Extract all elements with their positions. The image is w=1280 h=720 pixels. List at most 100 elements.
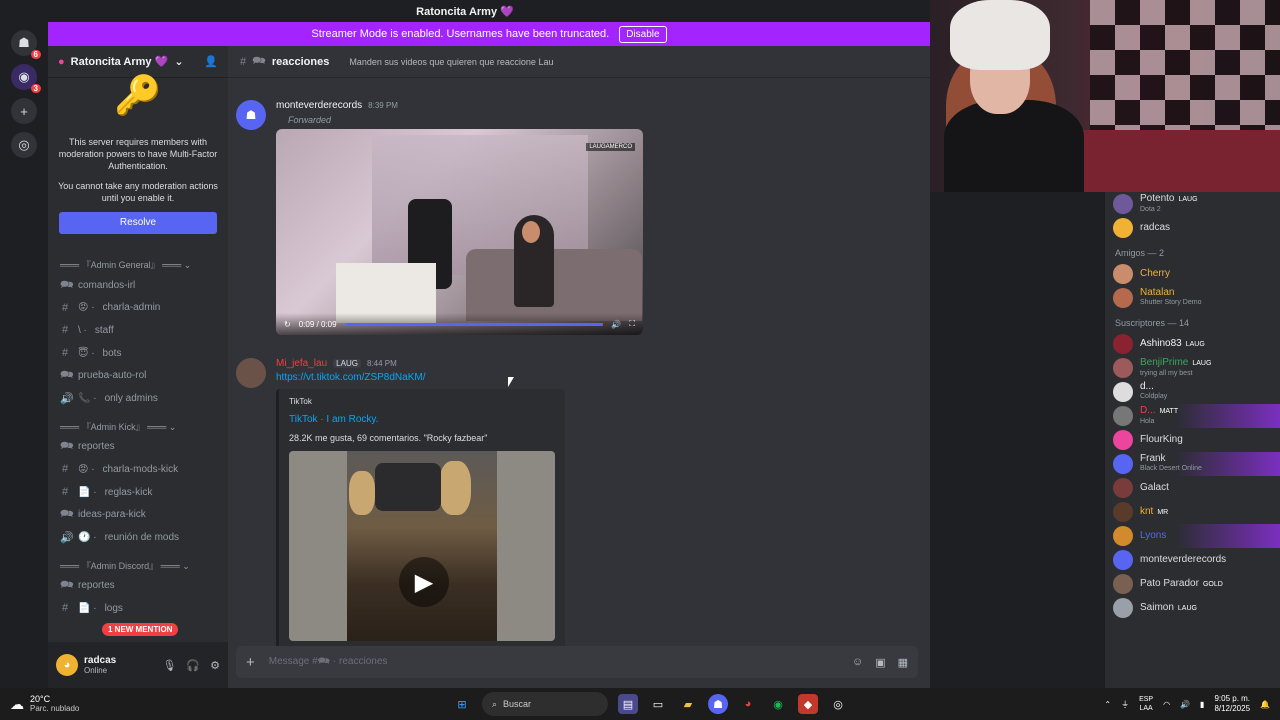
- channel-item[interactable]: 🗪 ideas-para-kick: [48, 503, 228, 526]
- channel-item[interactable]: 🗪 comandos-irl: [48, 274, 228, 297]
- notification-icon[interactable]: 🔔: [1260, 700, 1270, 709]
- discord-home-icon[interactable]: ☗ 6: [11, 30, 41, 59]
- message-author[interactable]: Mi_jefa_lau: [276, 358, 327, 369]
- chrome-icon[interactable]: ◕: [738, 694, 758, 714]
- channel-category[interactable]: ═══ 『Admin Discord』 ═══ ⌄: [48, 549, 228, 575]
- channel-topic[interactable]: Manden sus videos que quieren que reacci…: [349, 57, 553, 67]
- channel-item[interactable]: # 😡 · charla-mods-kick: [48, 458, 228, 481]
- add-server-icon[interactable]: +: [11, 98, 37, 124]
- member-name: Ashino83: [1140, 337, 1182, 349]
- play-icon[interactable]: ▶: [399, 557, 449, 607]
- member-item[interactable]: Lyons: [1105, 524, 1280, 548]
- apps-icon[interactable]: ▦: [898, 656, 908, 669]
- avatar: [1113, 334, 1133, 354]
- app-icon[interactable]: ◆: [798, 694, 818, 714]
- channel-item[interactable]: # 📄 · reglas-kick: [48, 481, 228, 504]
- add-member-icon[interactable]: 👤: [204, 55, 218, 68]
- gear-icon[interactable]: ⚙: [210, 659, 220, 672]
- channel-name: reportes: [78, 441, 115, 453]
- widget-icon[interactable]: ▤: [618, 694, 638, 714]
- obs-icon[interactable]: ◎: [828, 694, 848, 714]
- system-tray: ⌃ ⏚ ESP LAA ◠ 🔊 ▮ 9:05 p. m. 8/12/2025 🔔: [1104, 688, 1270, 720]
- avatar: [1113, 406, 1133, 426]
- tiktok-link[interactable]: https://vt.tiktok.com/ZSP8dNaKM/: [276, 372, 916, 383]
- taskbar-apps: ⊞ ⌕ Buscar ▤ ▭ ▰ ☗ ◕ ◉ ◆ ◎: [452, 688, 848, 720]
- video-scrubber[interactable]: [344, 322, 604, 326]
- headphones-icon[interactable]: 🎧: [186, 659, 200, 672]
- channel-name: reunión de mods: [104, 531, 180, 543]
- gif-icon[interactable]: ▣: [875, 656, 885, 669]
- member-item[interactable]: Potento LAUG Dota 2: [1105, 192, 1280, 216]
- webcam-frame: [1050, 130, 1280, 192]
- task-view-icon[interactable]: ▭: [648, 694, 668, 714]
- role-tag: GOLD: [1202, 580, 1223, 588]
- channel-item[interactable]: 🗪 prueba-auto-rol: [48, 364, 228, 387]
- replay-icon[interactable]: ↻: [284, 320, 291, 329]
- member-item[interactable]: FlourKing: [1105, 428, 1280, 452]
- discord-taskbar-icon[interactable]: ☗: [708, 694, 728, 714]
- new-mention-pill[interactable]: 1 NEW MENTION: [102, 623, 179, 636]
- channel-item[interactable]: 🗪 reportes: [48, 575, 228, 598]
- channel-item[interactable]: # \ · staff: [48, 319, 228, 342]
- weather-widget[interactable]: ☁ 20°C Parc. nublado: [0, 694, 79, 714]
- resolve-button[interactable]: Resolve: [59, 212, 217, 234]
- channel-item[interactable]: 🔊 🕐 · reunión de mods: [48, 526, 228, 549]
- volume-icon[interactable]: 🔊: [1180, 700, 1190, 709]
- gift-icon[interactable]: ☺: [852, 656, 863, 669]
- video-player[interactable]: LAUGAMERCO ↻ 0:09 / 0:09 🔊 ⛶: [276, 129, 643, 335]
- file-explorer-icon[interactable]: ▰: [678, 694, 698, 714]
- clock[interactable]: 9:05 p. m. 8/12/2025: [1214, 694, 1250, 714]
- fullscreen-icon[interactable]: ⛶: [629, 319, 635, 329]
- avatar: [1113, 264, 1133, 284]
- member-item[interactable]: BenjiPrime LAUG trying all my best: [1105, 356, 1280, 380]
- battery-icon[interactable]: ▮: [1200, 700, 1204, 709]
- webcam-frame: [944, 100, 1084, 192]
- chevron-up-icon[interactable]: ⌃: [1104, 700, 1111, 709]
- avatar[interactable]: ◕: [56, 654, 78, 676]
- member-item[interactable]: Pato Parador GOLD: [1105, 572, 1280, 596]
- channel-category[interactable]: ═══ 『Admin Kick』 ═══ ⌄: [48, 410, 228, 436]
- member-item[interactable]: Ashino83 LAUG: [1105, 332, 1280, 356]
- channel-category[interactable]: ═══ 『Admin General』 ═══ ⌄: [48, 248, 228, 274]
- channel-item[interactable]: # 😇 · bots: [48, 342, 228, 365]
- message-input[interactable]: Message #🗪 · reacciones: [269, 654, 388, 671]
- volume-icon[interactable]: 🔊: [611, 320, 621, 329]
- wifi-icon[interactable]: ◠: [1163, 700, 1170, 709]
- channel-item[interactable]: 🗪 reportes: [48, 436, 228, 459]
- window-title-text: Ratoncita Army 💜: [416, 5, 514, 18]
- member-item[interactable]: monteverderecords: [1105, 548, 1280, 572]
- member-item[interactable]: Saimon LAUG: [1105, 596, 1280, 620]
- member-item[interactable]: d... Coldplay: [1105, 380, 1280, 404]
- add-attachment-icon[interactable]: +: [246, 654, 255, 671]
- embed-thumbnail[interactable]: ▶: [289, 451, 555, 641]
- member-item[interactable]: Cherry: [1105, 262, 1280, 286]
- video-frame: [466, 249, 642, 321]
- language-indicator[interactable]: ESP LAA: [1139, 695, 1153, 713]
- member-item[interactable]: Galact: [1105, 476, 1280, 500]
- spotify-icon[interactable]: ◉: [768, 694, 788, 714]
- member-name: monteverderecords: [1140, 554, 1227, 565]
- channel-name: comandos-irl: [78, 279, 136, 291]
- member-item[interactable]: D... MATT Hola: [1105, 404, 1280, 428]
- member-item[interactable]: Natalan Shutter Story Demo: [1105, 286, 1280, 310]
- server-header[interactable]: ● Ratoncita Army 💜 ⌄ 👤: [48, 46, 228, 78]
- member-item[interactable]: radcas: [1105, 216, 1280, 240]
- forum-icon: 🗪: [252, 55, 266, 67]
- channel-item[interactable]: 🔊 📞 · only admins: [48, 387, 228, 410]
- channel-item[interactable]: # 😡 · charla-admin: [48, 297, 228, 320]
- message-author[interactable]: monteverderecords: [276, 100, 362, 111]
- member-item[interactable]: knt MR: [1105, 500, 1280, 524]
- explore-icon[interactable]: ◎: [11, 132, 37, 158]
- windows-start-icon[interactable]: ⊞: [452, 694, 472, 714]
- usb-icon[interactable]: ⏚: [1121, 699, 1129, 710]
- avatar[interactable]: ☗: [236, 100, 266, 130]
- member-item[interactable]: Frank Black Desert Online: [1105, 452, 1280, 476]
- avatar[interactable]: [236, 358, 266, 388]
- channel-item[interactable]: # 📄 · logs: [48, 597, 228, 620]
- server-icon-ratoncita[interactable]: ◉ 3: [11, 64, 41, 93]
- mic-icon[interactable]: 🎙: [162, 659, 176, 672]
- embed-title[interactable]: TikTok · I am Rocky.: [289, 414, 555, 425]
- taskbar-search[interactable]: ⌕ Buscar: [482, 692, 608, 716]
- chat-area: # 🗪 reacciones Manden sus videos que qui…: [228, 46, 930, 688]
- disable-button[interactable]: Disable: [619, 25, 667, 43]
